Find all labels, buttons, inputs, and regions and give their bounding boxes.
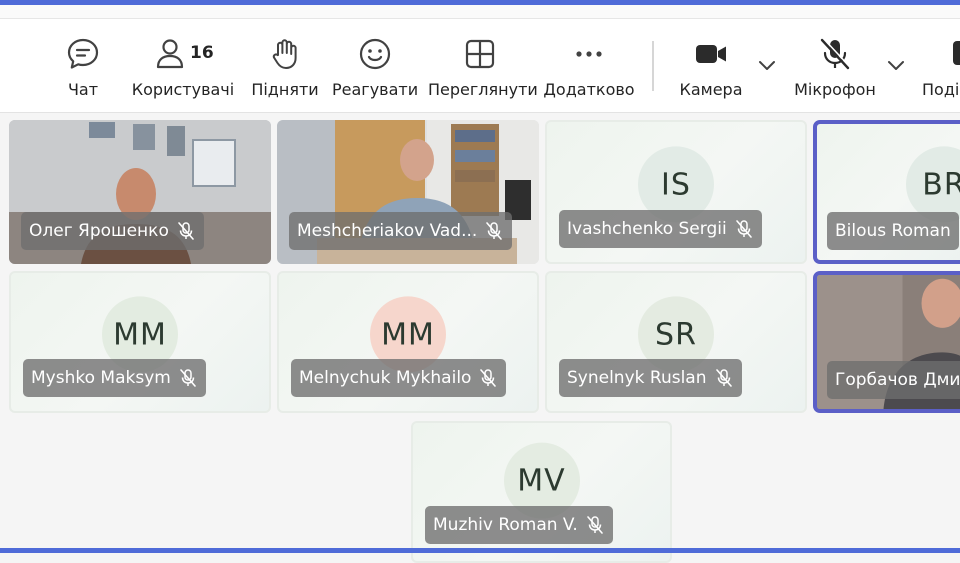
participant-name-badge: Горбачов Дми (827, 361, 960, 399)
view-label: Переглянути (428, 80, 532, 99)
participant-name: Meshcheriakov Vad... (297, 221, 477, 241)
participant-tile-video[interactable]: Meshcheriakov Vad... (277, 120, 539, 264)
people-label: Користувачі (128, 80, 238, 99)
participant-tile[interactable]: MM Myshko Maksym (9, 271, 271, 413)
react-button[interactable]: Реагувати (332, 19, 418, 112)
raise-hand-icon (268, 37, 302, 71)
participant-name-badge: Bilous Roman (827, 212, 959, 250)
grid-view-icon (463, 37, 497, 71)
participant-tile-active-speaker[interactable]: BR Bilous Roman (813, 120, 960, 264)
participant-name-badge: Melnychuk Mykhailo (291, 359, 506, 397)
participant-tile-video[interactable]: Олег Ярошенко (9, 120, 271, 264)
participant-name-badge: Muzhiv Roman V. (425, 506, 613, 544)
mic-muted-icon (714, 368, 734, 388)
view-button[interactable]: Переглянути (428, 19, 532, 112)
chat-button[interactable]: Чат (50, 19, 116, 112)
mic-muted-icon (478, 368, 498, 388)
participant-name-badge: Meshcheriakov Vad... (289, 212, 512, 250)
participant-name: Ivashchenko Sergii (567, 219, 727, 239)
window-bottom-border (0, 548, 960, 553)
more-button[interactable]: Додатково (542, 19, 636, 112)
camera-label: Камера (676, 80, 746, 99)
share-button[interactable]: Поді (918, 19, 960, 112)
participant-name-badge: Ivashchenko Sergii (559, 210, 762, 248)
participant-name: Synelnyk Ruslan (567, 368, 707, 388)
mic-muted-icon (484, 221, 504, 241)
meeting-toolbar: Чат 16 Користувачі Підняти Реагувати Пер… (0, 19, 960, 113)
participant-name: Melnychuk Mykhailo (299, 368, 471, 388)
participant-name: Myshko Maksym (31, 368, 171, 388)
participant-name: Горбачов Дми (835, 370, 960, 390)
participant-name: Bilous Roman (835, 221, 951, 241)
participant-tile[interactable]: IS Ivashchenko Sergii (545, 120, 807, 264)
raise-hand-button[interactable]: Підняти (248, 19, 322, 112)
more-label: Додатково (542, 80, 636, 99)
toolbar-divider (652, 41, 654, 91)
people-icon (153, 37, 187, 71)
participant-name-badge: Олег Ярошенко (21, 212, 204, 250)
mic-off-icon (818, 37, 852, 71)
people-count: 16 (190, 43, 214, 63)
participant-tile-active-speaker-video[interactable]: Горбачов Дми (813, 271, 960, 413)
people-button[interactable]: 16 Користувачі (128, 19, 238, 112)
participant-name: Muzhiv Roman V. (433, 515, 578, 535)
camera-options-chevron-icon[interactable] (758, 59, 776, 71)
mic-muted-icon (585, 515, 605, 535)
mic-muted-icon (734, 219, 754, 239)
chat-label: Чат (50, 80, 116, 99)
share-label: Поді (922, 80, 960, 99)
participant-tile[interactable]: SR Synelnyk Ruslan (545, 271, 807, 413)
mic-muted-icon (176, 221, 196, 241)
microphone-button[interactable]: Мікрофон (790, 19, 880, 112)
camera-icon (694, 37, 728, 71)
share-icon (952, 37, 960, 71)
participant-tile[interactable]: MV Muzhiv Roman V. (411, 421, 672, 563)
participant-tile[interactable]: MM Melnychuk Mykhailo (277, 271, 539, 413)
title-bar (0, 5, 960, 19)
participant-name: Олег Ярошенко (29, 221, 169, 241)
microphone-label: Мікрофон (790, 80, 880, 99)
mic-muted-icon (178, 368, 198, 388)
camera-button[interactable]: Камера (676, 19, 746, 112)
emoji-icon (358, 37, 392, 71)
microphone-options-chevron-icon[interactable] (887, 59, 905, 71)
participant-name-badge: Synelnyk Ruslan (559, 359, 742, 397)
participant-name-badge: Myshko Maksym (23, 359, 206, 397)
participant-avatar: BR (906, 146, 960, 222)
raise-hand-label: Підняти (248, 80, 322, 99)
more-icon (572, 37, 606, 71)
react-label: Реагувати (332, 80, 418, 99)
chat-icon (66, 37, 100, 71)
